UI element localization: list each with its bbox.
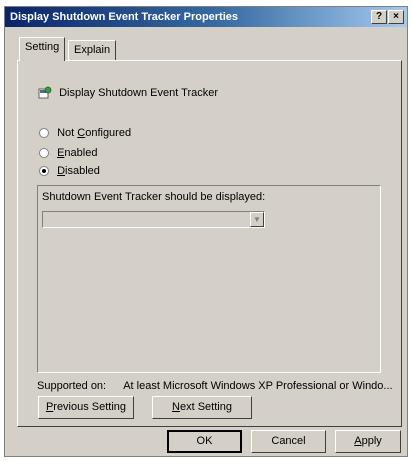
ok-button[interactable]: OK [167, 430, 242, 453]
options-label: Shutdown Event Tracker should be display… [42, 191, 266, 203]
radio-disabled-circle[interactable] [39, 166, 49, 177]
radio-not-configured-label: Not Configured [57, 127, 132, 139]
policy-name: Display Shutdown Event Tracker [59, 86, 219, 99]
radio-enabled-circle[interactable] [39, 148, 49, 159]
chevron-down-icon[interactable]: ▼ [250, 212, 264, 227]
radio-enabled[interactable]: Enabled [39, 147, 97, 159]
next-setting-button[interactable]: Next Setting [152, 396, 252, 419]
policy-setting-icon [38, 86, 52, 100]
supported-value: At least Microsoft Windows XP Profession… [123, 380, 393, 392]
properties-dialog: Display Shutdown Event Tracker Propertie… [4, 6, 408, 457]
tab-setting[interactable]: Setting [19, 37, 66, 61]
radio-disabled-label: Disabled [57, 165, 100, 177]
radio-not-configured-circle[interactable] [39, 128, 49, 139]
apply-button[interactable]: Apply [335, 430, 401, 453]
options-group: Shutdown Event Tracker should be display… [37, 185, 381, 373]
radio-disabled[interactable]: Disabled [39, 165, 100, 177]
supported-on: Supported on: At least Microsoft Windows… [37, 380, 393, 392]
close-button[interactable]: × [388, 10, 404, 24]
help-button[interactable]: ? [371, 10, 387, 24]
tab-explain[interactable]: Explain [68, 40, 117, 60]
window-title: Display Shutdown Event Tracker Propertie… [10, 11, 239, 23]
setting-panel: Display Shutdown Event Tracker Not Confi… [17, 60, 402, 427]
title-bar[interactable]: Display Shutdown Event Tracker Propertie… [5, 7, 407, 27]
supported-label: Supported on: [37, 380, 107, 392]
cancel-button[interactable]: Cancel [251, 430, 326, 453]
radio-enabled-label: Enabled [57, 147, 98, 159]
previous-setting-button[interactable]: Previous Setting [38, 396, 134, 419]
radio-not-configured[interactable]: Not Configured [39, 127, 131, 139]
policy-header: Display Shutdown Event Tracker [38, 86, 218, 100]
tracker-display-dropdown[interactable]: ▼ [42, 211, 265, 228]
